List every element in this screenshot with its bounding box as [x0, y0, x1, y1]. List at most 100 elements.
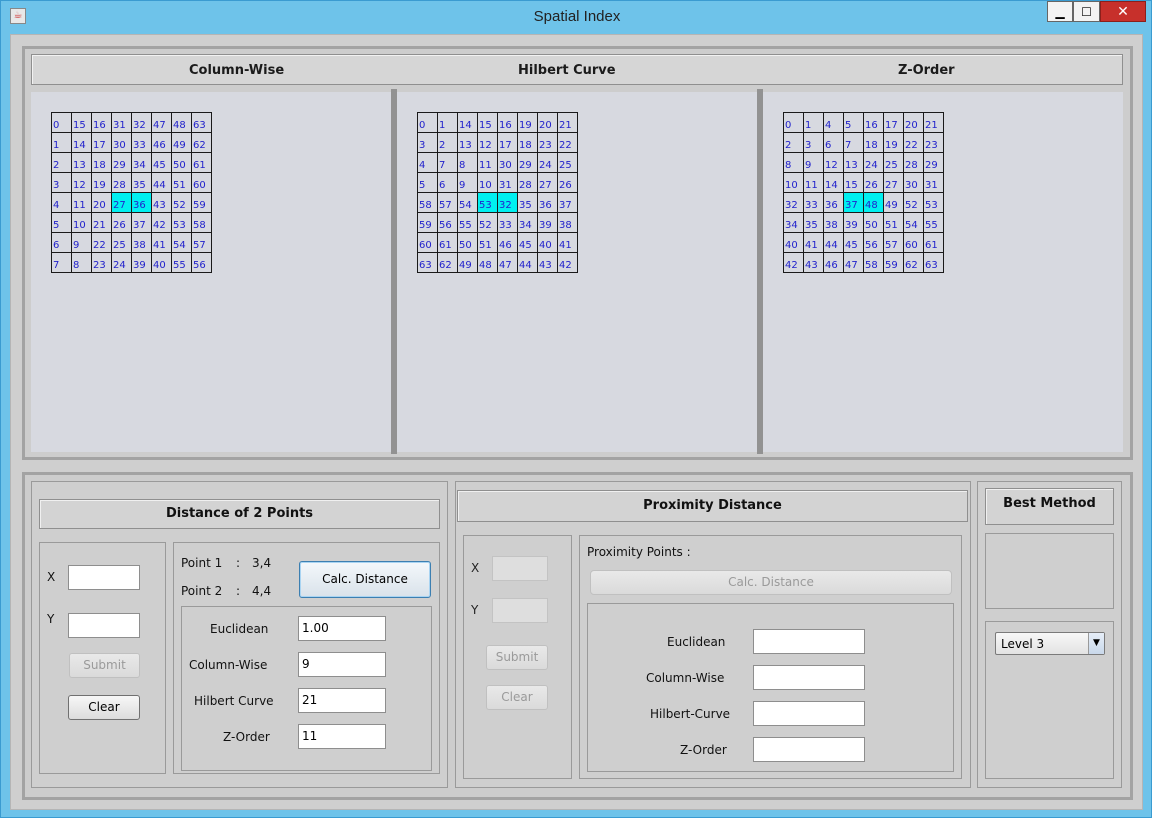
grid-cell[interactable]: 62 [904, 253, 924, 273]
grid-cell[interactable]: 63 [192, 113, 212, 133]
title-bar[interactable]: ☕ Spatial Index ▁ ☐ ✕ [1, 1, 1152, 31]
grid-cell[interactable]: 12 [478, 133, 498, 153]
grid-cell[interactable]: 56 [438, 213, 458, 233]
grid-cell[interactable]: 29 [924, 153, 944, 173]
grid-cell[interactable]: 18 [92, 153, 112, 173]
grid-cell[interactable]: 45 [152, 153, 172, 173]
grid-cell[interactable]: 54 [904, 213, 924, 233]
grid-cell[interactable]: 58 [192, 213, 212, 233]
grid-cell[interactable]: 5 [418, 173, 438, 193]
grid-cell[interactable]: 52 [172, 193, 192, 213]
grid-cell[interactable]: 3 [804, 133, 824, 153]
grid-cell[interactable]: 63 [924, 253, 944, 273]
grid-cell[interactable]: 29 [518, 153, 538, 173]
grid-cell[interactable]: 22 [558, 133, 578, 153]
grid-cell[interactable]: 58 [418, 193, 438, 213]
grid-cell[interactable]: 21 [92, 213, 112, 233]
grid-cell[interactable]: 29 [112, 153, 132, 173]
grid-cell[interactable]: 23 [92, 253, 112, 273]
grid-cell[interactable]: 2 [784, 133, 804, 153]
grid-cell[interactable]: 33 [498, 213, 518, 233]
grid-cell[interactable]: 62 [438, 253, 458, 273]
grid-cell[interactable]: 57 [438, 193, 458, 213]
grid-cell[interactable]: 39 [132, 253, 152, 273]
grid-cell[interactable]: 15 [72, 113, 92, 133]
grid-cell[interactable]: 37 [844, 193, 864, 213]
grid-cell[interactable]: 30 [112, 133, 132, 153]
euclidean-field[interactable]: 1.00 [298, 616, 386, 641]
grid-cell[interactable]: 25 [558, 153, 578, 173]
grid-cell[interactable]: 44 [152, 173, 172, 193]
y-input[interactable] [68, 613, 140, 638]
grid-cell[interactable]: 60 [904, 233, 924, 253]
grid-cell[interactable]: 1 [438, 113, 458, 133]
grid-cell[interactable]: 50 [172, 153, 192, 173]
grid-cell[interactable]: 47 [844, 253, 864, 273]
grid-cell[interactable]: 18 [864, 133, 884, 153]
grid-cell[interactable]: 40 [538, 233, 558, 253]
grid-cell[interactable]: 35 [518, 193, 538, 213]
grid-cell[interactable]: 17 [498, 133, 518, 153]
grid-cell[interactable]: 14 [824, 173, 844, 193]
grid-cell[interactable]: 42 [558, 253, 578, 273]
grid-cell[interactable]: 38 [824, 213, 844, 233]
grid-cell[interactable]: 22 [904, 133, 924, 153]
grid-cell[interactable]: 1 [52, 133, 72, 153]
grid-cell[interactable]: 23 [538, 133, 558, 153]
grid-cell[interactable]: 15 [478, 113, 498, 133]
grid-cell[interactable]: 33 [804, 193, 824, 213]
grid-cell[interactable]: 47 [152, 113, 172, 133]
grid-cell[interactable]: 34 [784, 213, 804, 233]
grid-cell[interactable]: 57 [192, 233, 212, 253]
grid-cell[interactable]: 50 [458, 233, 478, 253]
grid-cell[interactable]: 10 [478, 173, 498, 193]
grid-cell[interactable]: 45 [518, 233, 538, 253]
clear-button[interactable]: Clear [68, 695, 140, 720]
grid-cell[interactable]: 55 [172, 253, 192, 273]
grid-cell[interactable]: 34 [518, 213, 538, 233]
proximity-x-input[interactable] [492, 556, 548, 581]
grid-cell[interactable]: 32 [498, 193, 518, 213]
grid-cell[interactable]: 26 [112, 213, 132, 233]
grid-cell[interactable]: 27 [538, 173, 558, 193]
grid-cell[interactable]: 13 [72, 153, 92, 173]
grid-cell[interactable]: 13 [458, 133, 478, 153]
grid-cell[interactable]: 21 [924, 113, 944, 133]
grid-cell[interactable]: 61 [192, 153, 212, 173]
grid-cell[interactable]: 0 [52, 113, 72, 133]
grid-cell[interactable]: 48 [172, 113, 192, 133]
grid-cell[interactable]: 10 [784, 173, 804, 193]
grid-cell[interactable]: 36 [824, 193, 844, 213]
grid-cell[interactable]: 61 [924, 233, 944, 253]
proximity-z-order-field[interactable] [753, 737, 865, 762]
grid-cell[interactable]: 8 [458, 153, 478, 173]
grid-cell[interactable]: 43 [152, 193, 172, 213]
grid-cell[interactable]: 53 [172, 213, 192, 233]
grid-cell[interactable]: 26 [864, 173, 884, 193]
grid-cell[interactable]: 25 [112, 233, 132, 253]
grid-cell[interactable]: 39 [844, 213, 864, 233]
grid-cell[interactable]: 32 [784, 193, 804, 213]
grid-cell[interactable]: 16 [864, 113, 884, 133]
grid-cell[interactable]: 4 [418, 153, 438, 173]
grid-cell[interactable]: 20 [92, 193, 112, 213]
grid-cell[interactable]: 13 [844, 153, 864, 173]
grid-cell[interactable]: 21 [558, 113, 578, 133]
grid-cell[interactable]: 54 [172, 233, 192, 253]
grid-cell[interactable]: 6 [824, 133, 844, 153]
grid-cell[interactable]: 20 [538, 113, 558, 133]
grid-cell[interactable]: 19 [518, 113, 538, 133]
grid-cell[interactable]: 11 [804, 173, 824, 193]
grid-cell[interactable]: 42 [784, 253, 804, 273]
grid-cell[interactable]: 36 [132, 193, 152, 213]
grid-cell[interactable]: 16 [92, 113, 112, 133]
grid-cell[interactable]: 56 [864, 233, 884, 253]
grid-cell[interactable]: 60 [418, 233, 438, 253]
grid-cell[interactable]: 40 [784, 233, 804, 253]
grid-cell[interactable]: 7 [52, 253, 72, 273]
close-button[interactable]: ✕ [1100, 1, 1146, 22]
grid-cell[interactable]: 22 [92, 233, 112, 253]
proximity-y-input[interactable] [492, 598, 548, 623]
grid-cell[interactable]: 41 [152, 233, 172, 253]
grid-cell[interactable]: 31 [498, 173, 518, 193]
